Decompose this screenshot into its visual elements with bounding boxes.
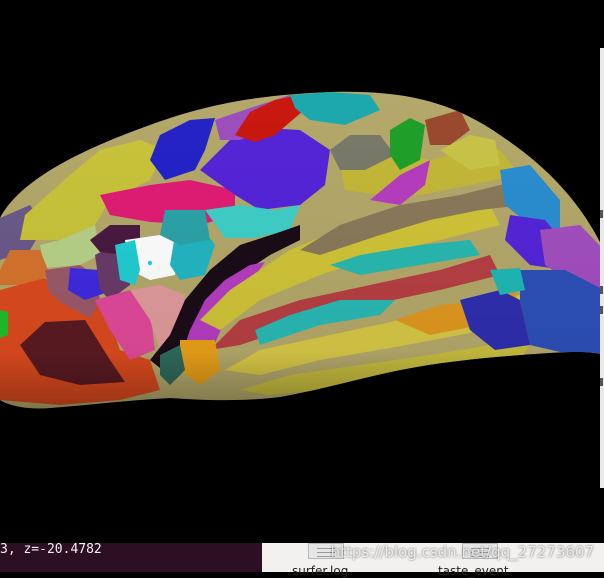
file-name: surfer.log [292, 564, 349, 578]
coordinate-readout: 3, z=-20.4782 [0, 542, 102, 557]
cursor-marker [147, 260, 153, 266]
watermark-text: https://blog.csdn.net/qq_27273607 [330, 543, 594, 561]
3d-surface-viewport[interactable] [0, 0, 604, 543]
file-name: taste_event [438, 564, 509, 578]
background-window-edge [600, 48, 604, 488]
status-bar: 3, z=-20.4782 [0, 543, 262, 572]
brain-surface-render [0, 91, 604, 409]
